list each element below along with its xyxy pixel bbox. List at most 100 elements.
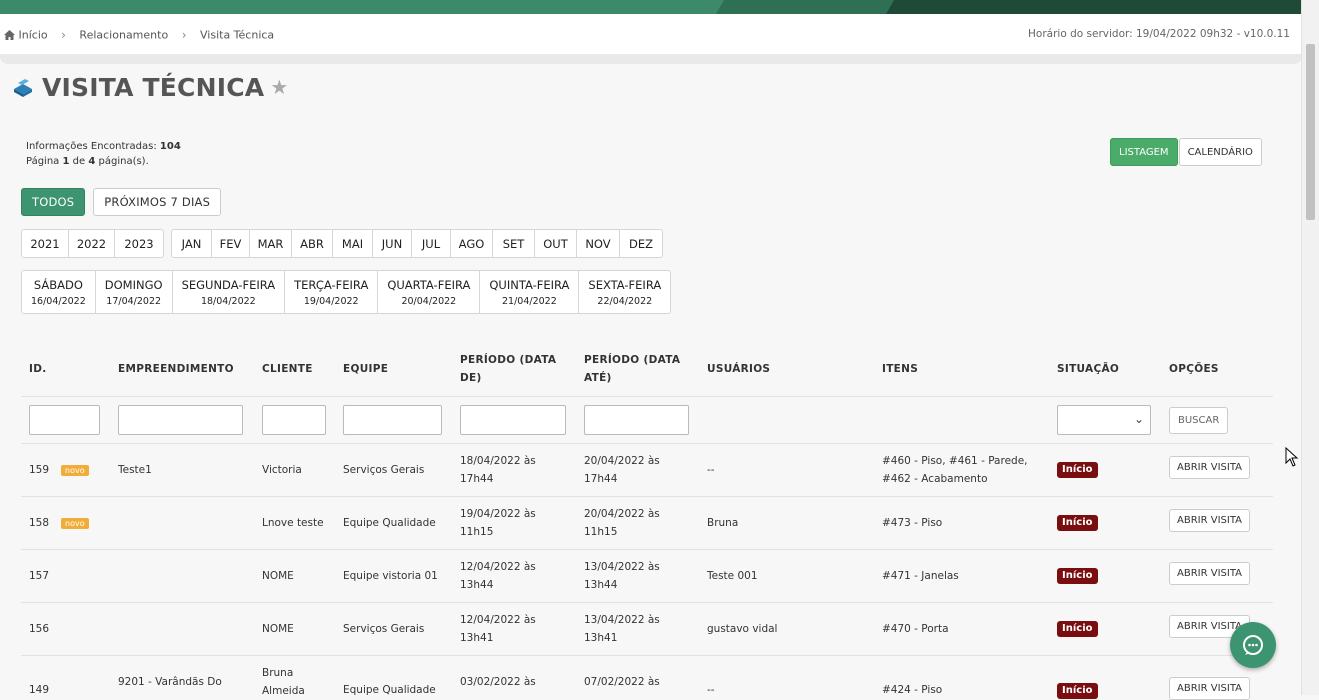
row-periodo-de-date: 18/04/2022 às (460, 455, 536, 467)
day-button[interactable]: QUARTA-FEIRA 20/04/2022 (378, 271, 481, 313)
month-button[interactable]: MAR (250, 230, 292, 257)
month-button[interactable]: FEV (212, 230, 250, 257)
row-periodo-de: 12/04/2022 às 13h44 (460, 558, 536, 594)
page-suffix: página(s). (98, 156, 149, 167)
abrir-visita-button[interactable]: ABRIR VISITA (1169, 509, 1250, 532)
proximos-7-dias-button[interactable]: PRÓXIMOS 7 DIAS (93, 188, 222, 216)
row-periodo-ate: 13/04/2022 às 13h41 (584, 611, 660, 647)
year-button[interactable]: 2022 (69, 230, 115, 257)
month-button[interactable]: JAN (172, 230, 212, 257)
row-periodo-de-time: 13h44 (460, 579, 494, 591)
day-button[interactable]: DOMINGO 17/04/2022 (96, 271, 173, 313)
row-periodo-de-time: 17h44 (460, 473, 494, 485)
row-id: 159 novo (29, 461, 89, 479)
month-button[interactable]: OUT (535, 230, 577, 257)
header-equipe[interactable]: EQUIPE (343, 342, 388, 396)
day-date: 17/04/2022 (106, 295, 162, 307)
header-periodo-ate[interactable]: PERÍODO (DATA ATÉ) (584, 342, 680, 396)
row-cliente-line1: Bruna (262, 667, 294, 679)
row-cliente: NOME (262, 623, 294, 635)
header-periodo-de[interactable]: PERÍODO (DATA DE) (460, 342, 556, 396)
header-situacao[interactable]: SITUAÇÃO (1057, 342, 1119, 396)
day-name: QUARTA-FEIRA (387, 277, 471, 292)
periodo-ate-filter-input[interactable] (584, 405, 689, 435)
results-info: Informações Encontradas: 104 Página 1 de… (26, 139, 181, 169)
month-button[interactable]: JUL (412, 230, 451, 257)
novo-badge: novo (61, 517, 89, 529)
page-scrollbar[interactable] (1301, 0, 1319, 695)
header-periodo-ate-line1: PERÍODO (DATA (584, 354, 681, 366)
month-button[interactable]: AGO (451, 230, 493, 257)
home-icon[interactable] (4, 30, 15, 40)
row-itens: #470 - Porta (882, 623, 949, 635)
favorite-star-icon[interactable]: ★ (270, 75, 288, 99)
header-itens[interactable]: ITENS (882, 342, 918, 396)
found-label: Informações Encontradas: (26, 141, 157, 152)
day-button[interactable]: SÁBADO 16/04/2022 (22, 271, 96, 313)
month-button[interactable]: ABR (292, 230, 333, 257)
cliente-filter-input[interactable] (262, 405, 326, 435)
row-itens: #473 - Piso (882, 517, 943, 529)
abrir-visita-button[interactable]: ABRIR VISITA (1169, 562, 1250, 585)
calendario-button[interactable]: CALENDÁRIO (1178, 138, 1262, 166)
row-periodo-de: 12/04/2022 às 13h41 (460, 611, 536, 647)
day-button[interactable]: QUINTA-FEIRA 21/04/2022 (480, 271, 580, 313)
day-button[interactable]: SEGUNDA-FEIRA 18/04/2022 (173, 271, 286, 313)
situacao-select[interactable]: ⌄ (1057, 405, 1151, 435)
row-empreendimento: Teste1 (118, 464, 152, 476)
row-equipe: Equipe Qualidade (343, 684, 436, 696)
row-periodo-de-date: 19/04/2022 às (460, 508, 536, 520)
status-badge: Início (1057, 515, 1098, 531)
day-date: 18/04/2022 (200, 295, 256, 307)
todos-button[interactable]: TODOS (21, 188, 86, 216)
breadcrumb-current: Visita Técnica (200, 28, 275, 42)
day-name: TERÇA-FEIRA (294, 277, 369, 292)
row-periodo-ate-time: 11h15 (584, 526, 618, 538)
year-button[interactable]: 2021 (22, 230, 69, 257)
month-button[interactable]: MAI (333, 230, 373, 257)
scrollbar-thumb[interactable] (1306, 44, 1315, 220)
listagem-button[interactable]: LISTAGEM (1110, 138, 1178, 166)
id-filter-input[interactable] (29, 405, 100, 435)
header-empreendimento[interactable]: EMPREENDIMENTO (118, 342, 234, 396)
row-periodo-ate-date: 20/04/2022 às (584, 455, 660, 467)
page-prefix: Página (26, 156, 60, 167)
day-button[interactable]: TERÇA-FEIRA 19/04/2022 (285, 271, 379, 313)
row-equipe: Serviços Gerais (343, 623, 425, 635)
row-itens: #471 - Janelas (882, 570, 959, 582)
header-periodo-de-line1: PERÍODO (DATA (460, 354, 557, 366)
header-id[interactable]: ID. (29, 342, 47, 396)
month-button[interactable]: JUN (373, 230, 412, 257)
row-equipe: Equipe Qualidade (343, 517, 436, 529)
row-equipe: Equipe vistoria 01 (343, 570, 438, 582)
equipe-filter-input[interactable] (343, 405, 442, 435)
row-cliente: NOME (262, 570, 294, 582)
row-cliente-line2: Almeida (262, 685, 305, 697)
chat-button[interactable] (1230, 622, 1276, 668)
status-badge: Início (1057, 683, 1098, 699)
abrir-visita-button[interactable]: ABRIR VISITA (1169, 677, 1250, 700)
breadcrumb: Início › Relacionamento › Visita Técnica (4, 28, 274, 42)
buscar-button[interactable]: BUSCAR (1169, 407, 1229, 434)
month-button[interactable]: SET (493, 230, 535, 257)
breadcrumb-home[interactable]: Início (19, 29, 48, 42)
month-button[interactable]: DEZ (620, 230, 662, 257)
empreendimento-filter-input[interactable] (118, 405, 243, 435)
row-equipe: Serviços Gerais (343, 464, 425, 476)
month-button[interactable]: NOV (577, 230, 620, 257)
row-periodo-de-date: 12/04/2022 às (460, 561, 536, 573)
periodo-de-filter-input[interactable] (460, 405, 566, 435)
breadcrumb-relacionamento[interactable]: Relacionamento (79, 29, 168, 42)
chat-icon (1243, 635, 1263, 655)
abrir-visita-button[interactable]: ABRIR VISITA (1169, 456, 1250, 479)
year-button[interactable]: 2023 (115, 230, 163, 257)
quick-filters: TODOS PRÓXIMOS 7 DIAS (21, 188, 222, 216)
header-cliente[interactable]: CLIENTE (262, 342, 313, 396)
row-periodo-de: 19/04/2022 às 11h15 (460, 505, 536, 541)
chevron-down-icon: ⌄ (1133, 412, 1144, 426)
page-title: VISITA TÉCNICA (42, 72, 265, 102)
header-usuarios[interactable]: USUÁRIOS (707, 342, 770, 396)
day-button[interactable]: SEXTA-FEIRA 22/04/2022 (579, 271, 670, 313)
page-mid: de (72, 156, 86, 167)
row-id-value: 158 (29, 517, 50, 529)
